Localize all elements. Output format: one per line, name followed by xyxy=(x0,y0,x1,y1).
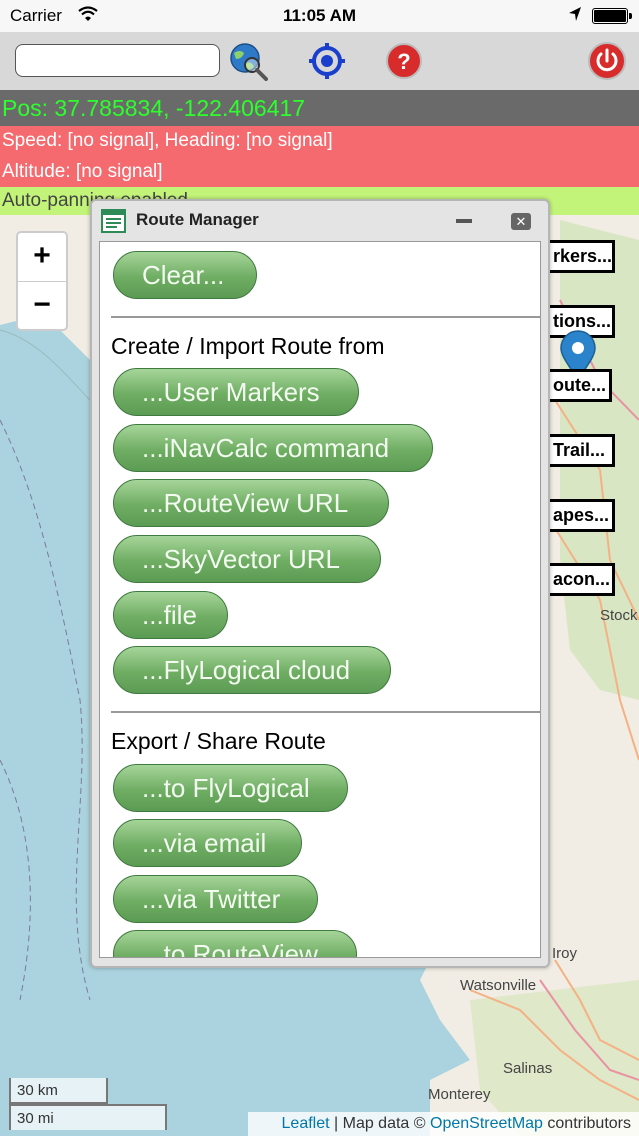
clear-button[interactable]: Clear... xyxy=(113,251,257,299)
map-label-salinas: Salinas xyxy=(503,1060,552,1077)
share-twitter-button[interactable]: ...via Twitter xyxy=(113,875,318,923)
dialog-title: Route Manager xyxy=(136,210,259,229)
map-label-stockton: Stock xyxy=(600,607,638,624)
divider xyxy=(111,316,540,318)
close-icon: ✕ xyxy=(515,214,527,229)
import-routeview-url-button[interactable]: ...RouteView URL xyxy=(113,479,389,527)
create-import-heading: Create / Import Route from xyxy=(111,333,385,359)
zoom-in-button[interactable]: + xyxy=(18,233,66,282)
map-label-monterey: Monterey xyxy=(428,1086,491,1103)
side-button-route[interactable]: oute... xyxy=(540,369,612,402)
close-button[interactable]: ✕ xyxy=(511,213,531,230)
position-readout: Pos: 37.785834, -122.406417 xyxy=(0,90,639,126)
scale-km: 30 km xyxy=(9,1078,108,1104)
route-manager-dialog: Route Manager ✕ Clear... Create / Import… xyxy=(90,199,550,968)
location-arrow-icon xyxy=(569,7,581,21)
map-label-gilroy: Iroy xyxy=(552,945,578,962)
import-skyvector-url-button[interactable]: ...SkyVector URL xyxy=(113,535,381,583)
power-icon[interactable] xyxy=(586,41,628,81)
side-button-markers[interactable]: rkers... xyxy=(540,240,615,273)
battery-icon xyxy=(592,8,628,24)
globe-search-icon[interactable] xyxy=(226,41,268,81)
speed-heading-readout: Speed: [no signal], Heading: [no signal] xyxy=(0,126,639,156)
battery-tip xyxy=(629,13,632,19)
dialog-body[interactable]: Clear... Create / Import Route from ...U… xyxy=(99,241,541,958)
import-inavcalc-button[interactable]: ...iNavCalc command xyxy=(113,424,433,472)
export-routeview-button[interactable]: ...to RouteView xyxy=(113,930,357,957)
divider xyxy=(111,711,540,713)
zoom-out-button[interactable]: − xyxy=(18,282,66,330)
attribution-separator: | Map data © xyxy=(329,1115,430,1132)
toolbar: ? xyxy=(0,32,639,90)
attribution-contributors: contributors xyxy=(542,1115,631,1132)
clock: 11:05 AM xyxy=(282,6,357,25)
help-icon[interactable]: ? xyxy=(383,41,425,81)
import-user-markers-button[interactable]: ...User Markers xyxy=(113,368,359,416)
side-button-trail[interactable]: Trail... xyxy=(540,434,615,467)
locate-crosshair-icon[interactable] xyxy=(306,41,348,81)
import-file-button[interactable]: ...file xyxy=(113,591,228,639)
export-share-heading: Export / Share Route xyxy=(111,728,326,754)
scale-mi: 30 mi xyxy=(9,1104,167,1130)
map-label-watsonville: Watsonville xyxy=(460,977,536,994)
import-flylogical-cloud-button[interactable]: ...FlyLogical cloud xyxy=(113,646,391,694)
status-bar: Carrier 11:05 AM xyxy=(0,0,639,32)
zoom-control: + − xyxy=(16,231,68,331)
side-button-shapes[interactable]: apes... xyxy=(540,499,615,532)
share-email-button[interactable]: ...via email xyxy=(113,819,302,867)
list-document-icon xyxy=(101,209,126,233)
search-input[interactable] xyxy=(15,44,220,77)
dialog-titlebar[interactable]: Route Manager ✕ xyxy=(92,201,548,239)
export-flylogical-button[interactable]: ...to FlyLogical xyxy=(113,764,348,812)
altitude-readout: Altitude: [no signal] xyxy=(0,156,639,187)
svg-text:?: ? xyxy=(397,49,410,74)
minimize-button[interactable] xyxy=(456,219,472,223)
osm-link[interactable]: OpenStreetMap xyxy=(430,1115,543,1132)
side-button-beacon[interactable]: acon... xyxy=(540,563,615,596)
map-attribution: Leaflet | Map data © OpenStreetMap contr… xyxy=(248,1112,639,1136)
leaflet-link[interactable]: Leaflet xyxy=(282,1115,330,1132)
